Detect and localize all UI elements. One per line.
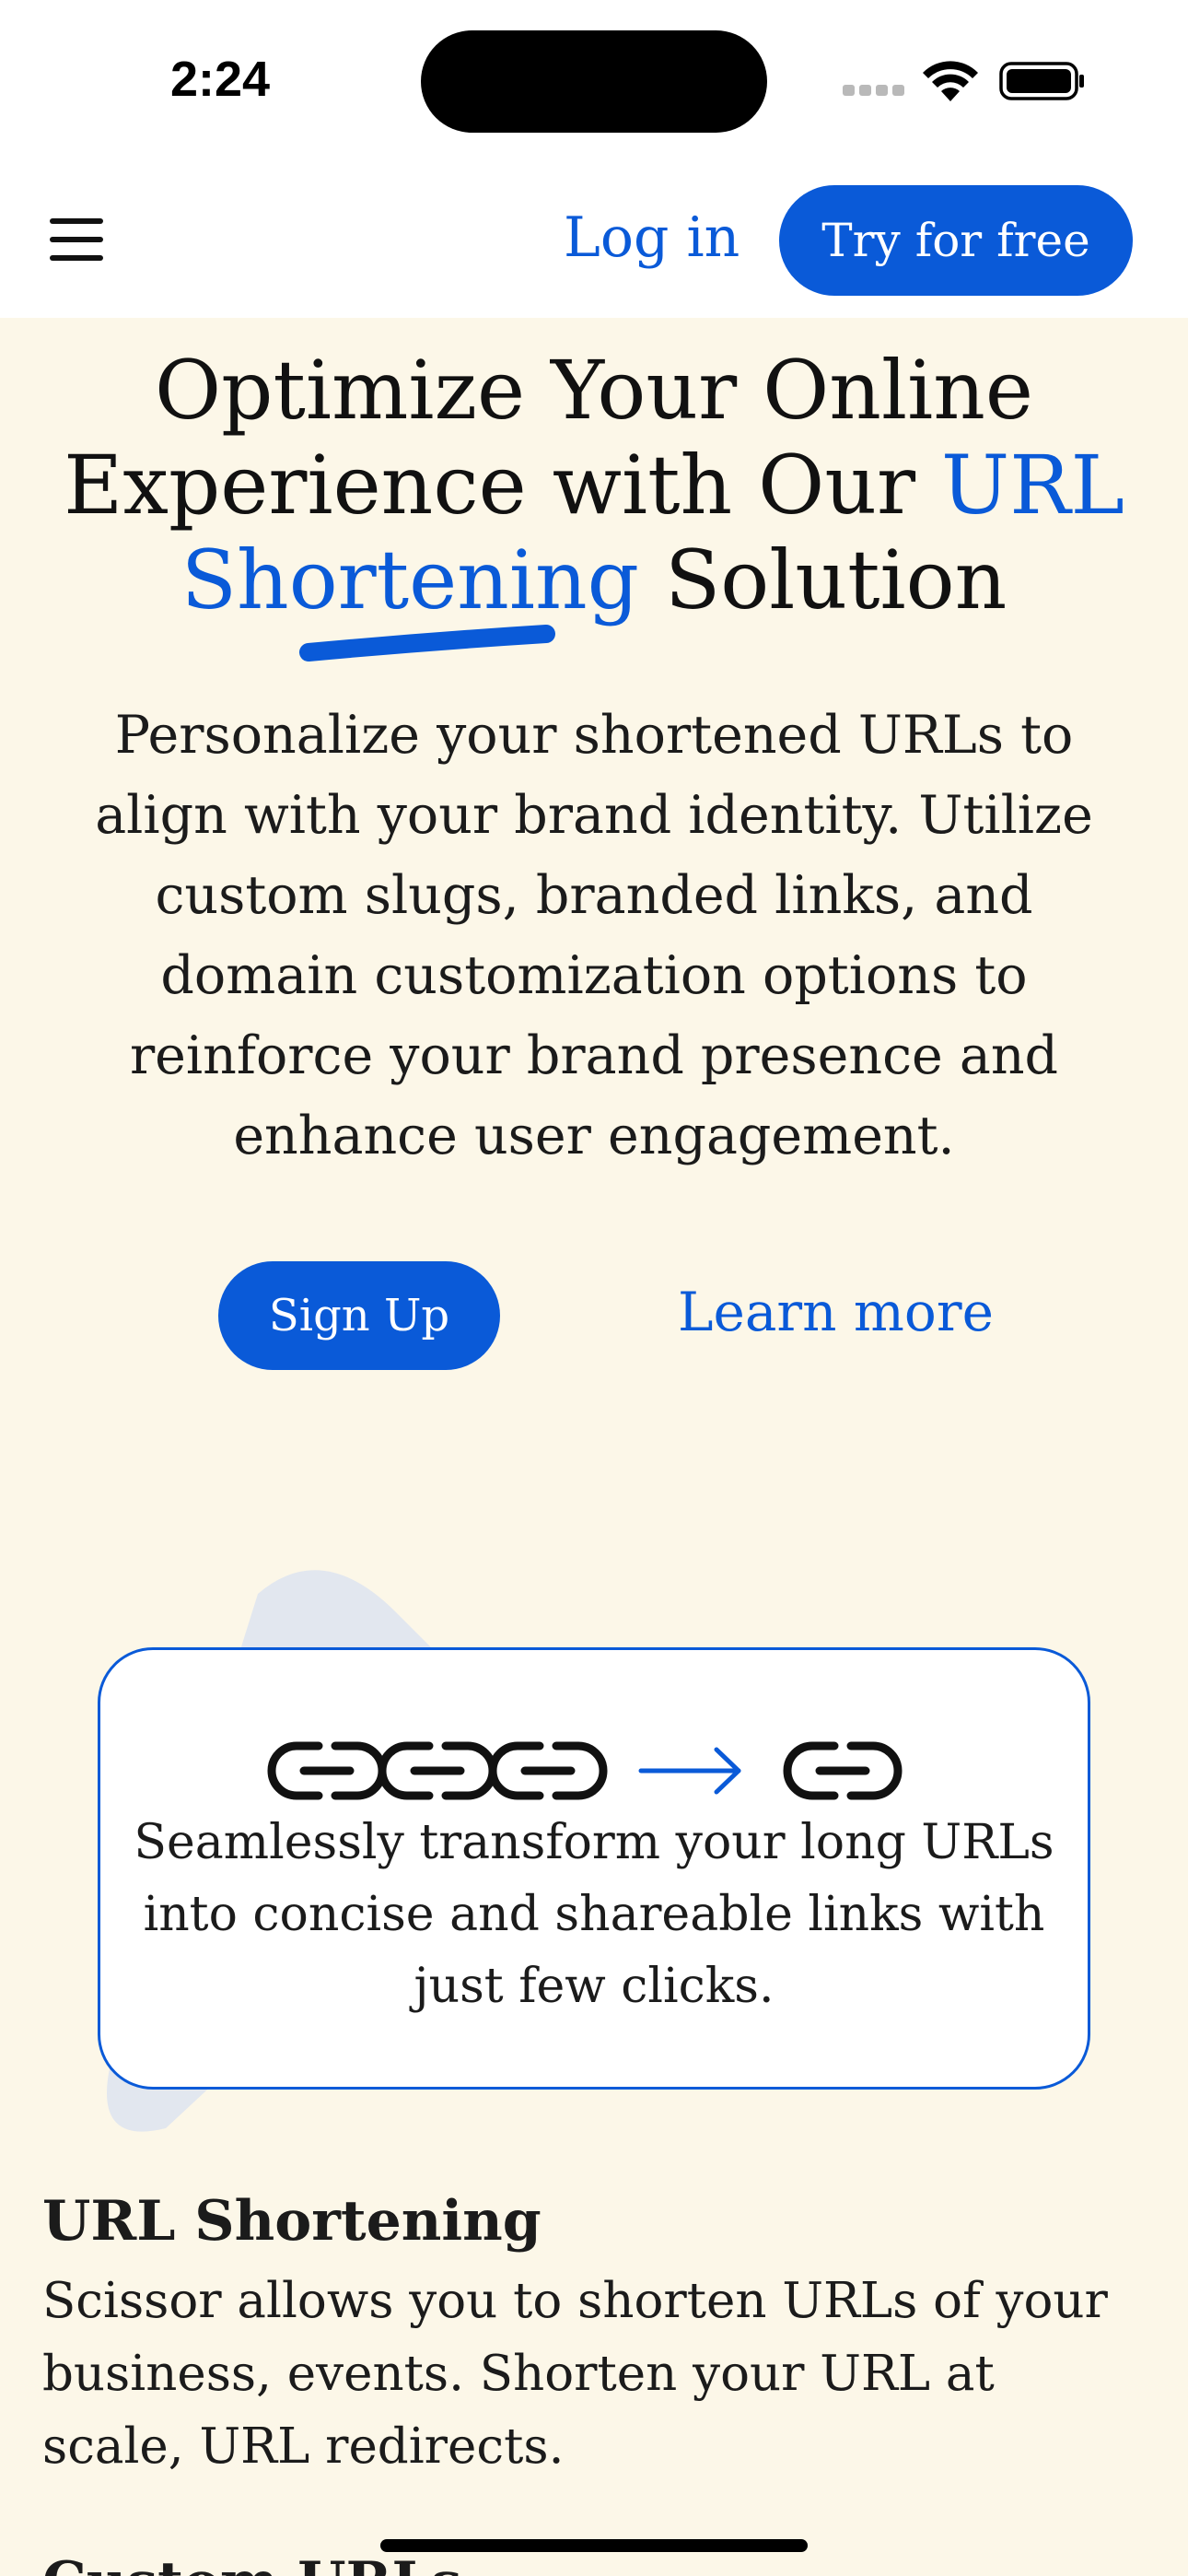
hero-title-part2: Solution [639,533,1007,627]
arrow-right-icon [638,1747,741,1795]
feature-card-text: Seamlessly transform your long URLs into… [134,1815,1054,2014]
home-indicator [380,2539,808,2552]
battery-icon [999,62,1084,100]
link-transform-illustration [267,1741,903,1800]
section-title: URL Shortening [42,2189,542,2254]
underline-swash [299,625,555,662]
hero-title-part1: Optimize Your Online Experience with Our [64,343,1033,533]
status-time: 2:24 [170,52,271,107]
hero-description: Personalize your shortened URLs to align… [95,705,1093,1166]
dynamic-island [421,30,767,133]
try-for-free-button[interactable]: Try for free [779,185,1133,296]
login-link[interactable]: Log in [564,205,740,270]
feature-card: Seamlessly transform your long URLs into… [98,1647,1090,2090]
long-chain-link-icon [267,1741,608,1800]
hero-title: Optimize Your Online Experience with Our… [55,343,1133,627]
sign-up-button[interactable]: Sign Up [218,1261,500,1370]
cellular-signal-icon [843,85,905,96]
short-link-icon [783,1741,903,1800]
section-text: Scissor allows you to shorten URLs of yo… [42,2273,1108,2475]
hamburger-menu-icon[interactable] [50,218,103,261]
next-section-title: Custom URLs [42,2550,461,2576]
learn-more-link[interactable]: Learn more [678,1281,994,1343]
status-bar: 2:24 [0,0,1188,161]
wifi-icon [923,61,978,101]
site-header: Log in Try for free [0,161,1188,318]
